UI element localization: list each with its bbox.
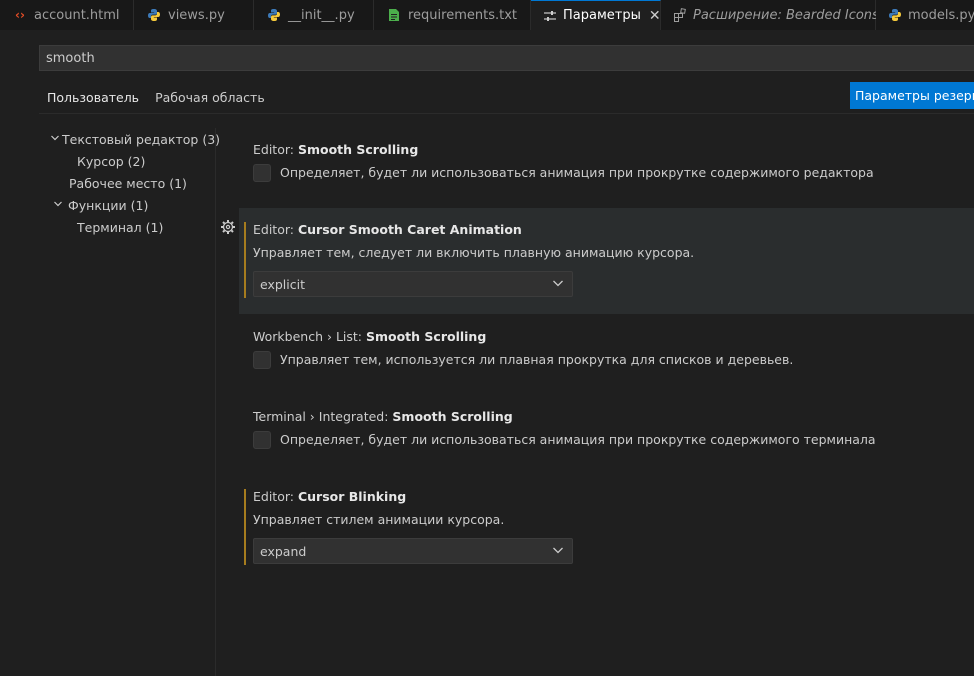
tab-extension-bearded-icons[interactable]: Расширение: Bearded Icons [661,0,879,30]
toc-item-text-editor[interactable]: Текстовый редактор (3) [40,128,220,150]
setting-title: Editor: Smooth Scrolling [253,142,419,157]
chevron-down-icon [552,277,564,289]
toc-item-label: Терминал (1) [77,219,164,235]
chevron-down-icon [50,199,66,212]
select-value: explicit [260,276,305,292]
modified-indicator [244,489,246,565]
scope-divider [39,113,974,114]
setting-description: Определяет, будет ли использоваться аним… [280,432,876,447]
setting-title: Editor: Cursor Blinking [253,489,407,504]
chevron-down-icon [50,133,60,146]
setting-workbench-list-smooth-scrolling: Workbench › List: Smooth Scrolling Управ… [239,320,974,390]
setting-title: Workbench › List: Smooth Scrolling [253,329,487,344]
setting-description: Управляет тем, следует ли включить плавн… [253,245,695,260]
setting-editor-cursor-blinking: Editor: Cursor Blinking Управляет стилем… [239,475,974,575]
tab-label: account.html [34,7,120,23]
modified-indicator [244,222,246,298]
python-icon [146,7,162,23]
python-icon [888,7,902,23]
toc-item-workbench[interactable]: Рабочее место (1) [40,172,215,194]
setting-select[interactable]: expand [253,538,573,564]
tab-workspace-settings[interactable]: Рабочая область [147,84,273,114]
settings-icon [543,8,557,24]
tab-label: Параметры [563,8,641,23]
tab-label: models.py [908,7,974,23]
toc-item-label: Функции (1) [68,197,149,213]
settings-toc: Текстовый редактор (3) Курсор (2) Рабоче… [40,128,220,238]
tab-label: __init__.py [288,7,355,23]
chevron-down-icon [552,544,564,556]
setting-checkbox[interactable] [253,351,271,369]
tab-views-py[interactable]: views.py [134,0,254,30]
tab-label: Расширение: Bearded Icons [693,7,879,23]
settings-search-box [39,45,974,71]
toc-item-features[interactable]: Функции (1) [40,194,215,216]
setting-checkbox[interactable] [253,164,271,182]
toc-item-label: Рабочее место (1) [69,175,187,191]
setting-select[interactable]: explicit [253,271,573,297]
tab-requirements-txt[interactable]: requirements.txt [374,0,531,30]
setting-cursor-smooth-caret-animation: Editor: Cursor Smooth Caret Animation Уп… [239,208,974,314]
extension-icon [673,7,687,23]
settings-backup-button[interactable]: Параметры резервного копирования [850,82,974,109]
toc-divider [215,128,216,676]
close-icon[interactable]: ✕ [649,8,661,24]
settings-scope-tabs: Пользователь Рабочая область [39,84,273,114]
html-icon: ‹› [15,8,25,22]
toc-item-cursor[interactable]: Курсор (2) [40,150,215,172]
tab-account-html[interactable]: ‹› account.html [0,0,134,30]
setting-checkbox[interactable] [253,431,271,449]
toc-item-terminal[interactable]: Терминал (1) [40,216,215,238]
tab-user-settings[interactable]: Пользователь [39,84,148,114]
tab-label: views.py [168,7,225,23]
text-file-icon [386,7,402,23]
gear-icon[interactable] [220,219,236,235]
setting-title: Editor: Cursor Smooth Caret Animation [253,222,522,237]
python-icon [266,7,282,23]
select-value: expand [260,543,307,559]
setting-title: Terminal › Integrated: Smooth Scrolling [253,409,513,424]
toc-item-label: Курсор (2) [77,153,146,169]
tab-label: requirements.txt [408,7,518,23]
settings-search-input[interactable] [46,50,974,66]
setting-description: Управляет тем, используется ли плавная п… [280,352,794,367]
tab-init-py[interactable]: __init__.py [254,0,374,30]
editor-tab-bar: ‹› account.html views.py __init__.py req… [0,0,974,30]
toc-item-label: Текстовый редактор (3) [62,131,221,147]
setting-editor-smooth-scrolling: Editor: Smooth Scrolling Определяет, буд… [239,133,974,203]
setting-terminal-integrated-smooth-scrolling: Terminal › Integrated: Smooth Scrolling … [239,400,974,470]
setting-description: Управляет стилем анимации курсора. [253,512,505,527]
setting-description: Определяет, будет ли использоваться аним… [280,165,874,180]
tab-settings[interactable]: Параметры ✕ [531,0,661,30]
tab-models-py[interactable]: models.py [876,0,974,30]
